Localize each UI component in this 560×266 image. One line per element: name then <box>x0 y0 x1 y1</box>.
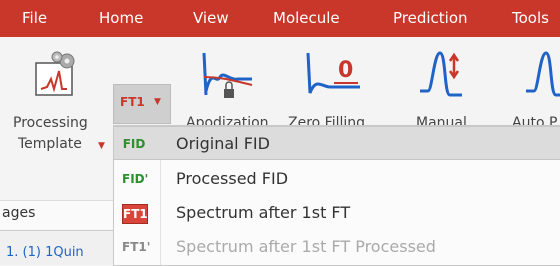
menu-prediction[interactable]: Prediction <box>393 0 468 37</box>
processing-template-label-line1: Processing <box>13 115 88 131</box>
menu-item-original-fid[interactable]: FID Original FID <box>114 126 560 160</box>
pages-label: ages <box>2 205 36 221</box>
menu-item-spectrum-after-1st-ft[interactable]: FT1 Spectrum after 1st FT <box>114 196 560 230</box>
zero-filling-button[interactable]: 0 Zero Filling <box>282 37 382 137</box>
menu-view[interactable]: View <box>193 0 229 37</box>
chevron-down-icon: ▼ <box>98 141 105 151</box>
spectrum-list-item-label: 1. (1) 1Quin <box>6 245 84 260</box>
menu-bar: File Home View Molecule Prediction Tools <box>0 0 560 37</box>
manual-phase-button[interactable]: Manual <box>402 37 502 137</box>
menu-item-label: Processed FID <box>176 169 289 188</box>
fid-spectrum-dropdown-menu: FID Original FID FID' Processed FID FT1 … <box>113 125 560 266</box>
fid-icon: FID <box>122 137 146 151</box>
menu-item-processed-fid[interactable]: FID' Processed FID <box>114 162 560 196</box>
pages-header: ages <box>0 200 115 229</box>
auto-phase-icon <box>526 51 560 97</box>
menu-molecule[interactable]: Molecule <box>273 0 340 37</box>
menu-home[interactable]: Home <box>99 0 143 37</box>
svg-text:0: 0 <box>338 58 353 83</box>
spectrum-list-item[interactable]: 1. (1) 1Quin <box>0 230 115 265</box>
ft1-label: FT1 <box>120 95 145 109</box>
menu-item-label: Spectrum after 1st FT <box>176 203 351 222</box>
processing-template-label-line2: Template <box>18 136 82 152</box>
processing-template-icon <box>35 51 75 96</box>
menu-tools[interactable]: Tools <box>512 0 549 37</box>
ft1-icon: FT1 <box>122 204 148 224</box>
ft1-processed-icon: FT1' <box>122 240 151 254</box>
apodization-icon <box>202 52 253 98</box>
menu-item-label: Original FID <box>176 134 270 153</box>
apodization-button[interactable]: Apodization <box>176 37 276 137</box>
processed-fid-icon: FID' <box>122 172 149 186</box>
zero-filling-icon: 0 <box>306 52 360 94</box>
menu-item-spectrum-after-1st-ft-processed: FT1' Spectrum after 1st FT Processed <box>114 230 560 264</box>
processing-template-button[interactable]: Processing Template ▼ <box>0 37 112 197</box>
chevron-down-icon: ▼ <box>154 97 161 107</box>
auto-phase-button[interactable]: Auto P <box>508 37 560 137</box>
menu-item-label: Spectrum after 1st FT Processed <box>176 237 436 256</box>
ft1-dropdown-button[interactable]: FT1 ▼ <box>113 84 171 124</box>
menu-file[interactable]: File <box>22 0 47 37</box>
manual-phase-icon <box>420 51 462 97</box>
